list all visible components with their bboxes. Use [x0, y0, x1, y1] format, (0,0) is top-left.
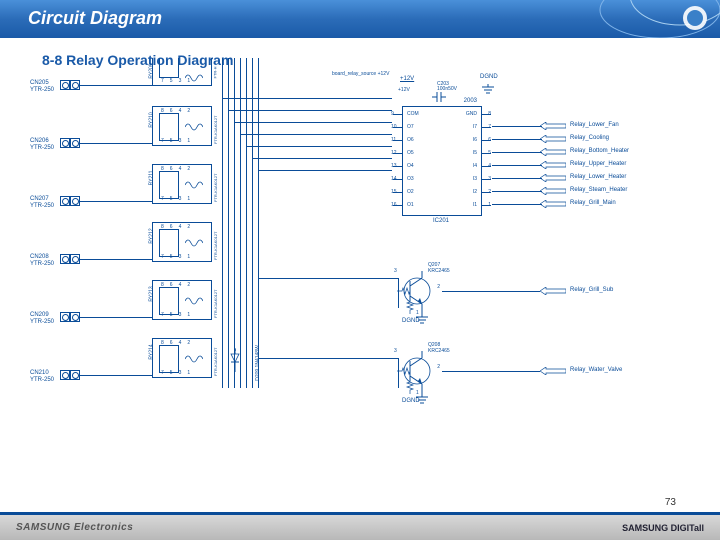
top-source-label: board_relay_source +12V [332, 72, 389, 77]
header-swirl-graphic [520, 0, 720, 38]
signal-water-valve: Relay_Water_Valve [570, 367, 622, 373]
signal-grill-sub: Relay_Grill_Sub [570, 287, 613, 293]
diode-d209: D209 1N4148W [255, 345, 261, 381]
relay-ry214: RY214 FTR-K1AK012T 8642 7531 [152, 338, 212, 378]
relay-ry211: RY211 FTR-K1AK012T 8642 7531 [152, 164, 212, 204]
signal-lower-heater: Relay_Lower_Heater [570, 174, 626, 180]
signal-steam-heater: Relay_Steam_Heater [570, 187, 627, 193]
diagram-subtitle: 8-8 Relay Operation Diagram [0, 38, 720, 74]
signal-cooling: Relay_Cooling [570, 135, 609, 141]
slide-header: Circuit Diagram [0, 0, 720, 38]
connector-cn206: CN206YTR-250 [60, 138, 80, 148]
relay-ry213: RY213 FTR-K1AK012T 8642 7531 [152, 280, 212, 320]
connector-cn210: CN210YTR-250 [60, 370, 80, 380]
label-12v: +12V [400, 76, 414, 82]
diode-d209-icon [230, 348, 240, 372]
signal-lower-fan: Relay_Lower_Fan [570, 122, 619, 128]
page-number: 73 [665, 497, 676, 508]
connector-cn209: CN209YTR-250 [60, 312, 80, 322]
label-12v-b: +12V [398, 88, 410, 93]
transistor-q207: Q207KRC2465 3 2 1 [392, 266, 442, 316]
signal-grill-main: Relay_Grill_Main [570, 200, 616, 206]
circuit-diagram-area: CN205YTR-250 CN206YTR-250 CN207YTR-250 C… [42, 78, 682, 478]
signal-upper-heater: Relay_Upper_Heater [570, 161, 626, 167]
connector-cn208: CN208YTR-250 [60, 254, 80, 264]
footer-brand: SAMSUNG Electronics [16, 522, 133, 533]
signal-bottom-heater: Relay_Bottom_Heater [570, 148, 629, 154]
ic-ic201: 2003 IC201 9COM 10O7 11O6 12O5 13O4 14O3… [402, 106, 482, 216]
label-dgnd-top: DGND [480, 74, 498, 80]
connector-cn205: CN205YTR-250 [60, 80, 80, 90]
relay-ry212: RY212 FTR-K1AK012T 8642 7531 [152, 222, 212, 262]
connector-cn207: CN207YTR-250 [60, 196, 80, 206]
transistor-q208: Q208KRC2465 3 2 1 [392, 346, 442, 396]
slide-footer: SAMSUNG Electronics SAMSUNG DIGITall [0, 512, 720, 540]
footer-logo: SAMSUNG DIGITall [622, 523, 704, 533]
relay-ry210: RY210 FTR-K1AK012T 8642 7531 [152, 106, 212, 146]
relay-ry209: RY209 FTR-H 7531 [152, 58, 212, 86]
